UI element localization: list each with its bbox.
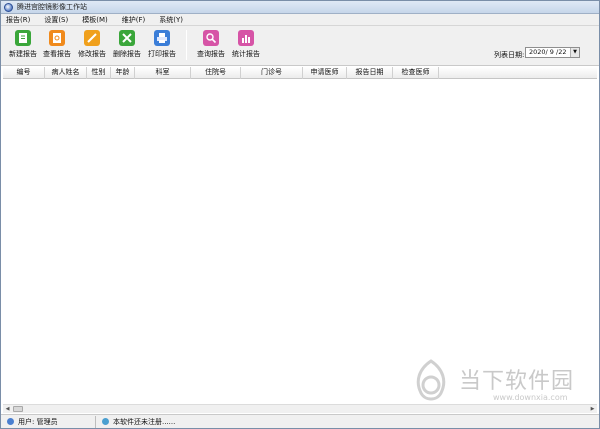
horizontal-scrollbar[interactable]: ◀ ▶ bbox=[3, 404, 597, 413]
view-report-button[interactable]: 查看报告 bbox=[40, 30, 74, 59]
toolbar: 新建报告 查看报告 修改报告 删除报告 打印报告 查询报告 统计报告 列表日期:… bbox=[1, 26, 599, 66]
menu-settings[interactable]: 设置(S) bbox=[44, 15, 68, 25]
date-filter-select[interactable]: 2020/ 9 /22 ▼ bbox=[525, 47, 580, 58]
column-header-department[interactable]: 科室 bbox=[135, 67, 191, 79]
info-icon bbox=[102, 418, 109, 425]
delete-report-button[interactable]: 删除报告 bbox=[110, 30, 144, 59]
column-header-requesting-doctor[interactable]: 申请医师 bbox=[303, 67, 347, 79]
print-report-button[interactable]: 打印报告 bbox=[145, 30, 179, 59]
delete-report-label: 删除报告 bbox=[113, 50, 141, 58]
status-registration: 本软件还未注册...... bbox=[113, 417, 176, 426]
menu-maintenance[interactable]: 维护(F) bbox=[122, 15, 146, 25]
menu-system[interactable]: 系统(Y) bbox=[159, 15, 183, 25]
column-header-patient-name[interactable]: 病人姓名 bbox=[45, 67, 87, 79]
app-icon bbox=[4, 2, 13, 12]
scroll-thumb[interactable] bbox=[13, 406, 23, 412]
watermark-url: www.downxia.com bbox=[493, 393, 568, 402]
status-registration-panel: 本软件还未注册...... bbox=[96, 416, 175, 428]
view-report-label: 查看报告 bbox=[43, 50, 71, 58]
stats-report-button[interactable]: 统计报告 bbox=[229, 30, 263, 59]
column-header-gender[interactable]: 性别 bbox=[87, 67, 111, 79]
date-filter-label: 列表日期: bbox=[494, 51, 525, 59]
column-header-examining-doctor[interactable]: 检查医师 bbox=[393, 67, 439, 79]
watermark: 当下软件园 www.downxia.com bbox=[411, 359, 586, 409]
search-report-label: 查询报告 bbox=[197, 50, 225, 58]
print-report-icon bbox=[154, 30, 170, 46]
new-report-icon bbox=[15, 30, 31, 46]
new-report-label: 新建报告 bbox=[9, 50, 37, 58]
user-icon bbox=[7, 418, 14, 425]
column-header-id[interactable]: 编号 bbox=[3, 67, 45, 79]
watermark-text: 当下软件园 bbox=[459, 369, 575, 394]
window-title: 腾进宫腔镜影像工作站 bbox=[17, 3, 87, 11]
column-header-age[interactable]: 年龄 bbox=[111, 67, 135, 79]
status-user: 用户: 管理员 bbox=[18, 417, 58, 426]
chevron-down-icon[interactable]: ▼ bbox=[570, 48, 579, 57]
app-window: 腾进宫腔镜影像工作站 报告(R) 设置(S) 模板(M) 维护(F) 系统(Y)… bbox=[0, 0, 600, 429]
edit-report-icon bbox=[84, 30, 100, 46]
scroll-right-icon[interactable]: ▶ bbox=[588, 405, 597, 413]
stats-report-icon bbox=[238, 30, 254, 46]
column-header-report-date[interactable]: 报告日期 bbox=[347, 67, 393, 79]
toolbar-separator bbox=[186, 30, 187, 60]
report-table-body[interactable] bbox=[3, 79, 597, 404]
new-report-button[interactable]: 新建报告 bbox=[6, 30, 40, 59]
menu-template[interactable]: 模板(M) bbox=[82, 15, 108, 25]
report-table-header: 编号 病人姓名 性别 年龄 科室 住院号 门诊号 申请医师 报告日期 检查医师 bbox=[3, 67, 597, 79]
column-header-outpatient-no[interactable]: 门诊号 bbox=[241, 67, 303, 79]
date-filter-value: 2020/ 9 /22 bbox=[529, 48, 567, 56]
status-user-panel: 用户: 管理员 bbox=[1, 415, 96, 428]
column-header-inpatient-no[interactable]: 住院号 bbox=[191, 67, 241, 79]
title-bar: 腾进宫腔镜影像工作站 bbox=[1, 1, 599, 14]
watermark-logo-icon bbox=[416, 359, 446, 401]
view-report-icon bbox=[49, 30, 65, 46]
delete-report-icon bbox=[119, 30, 135, 46]
stats-report-label: 统计报告 bbox=[232, 50, 260, 58]
search-report-button[interactable]: 查询报告 bbox=[194, 30, 228, 59]
scroll-left-icon[interactable]: ◀ bbox=[3, 405, 12, 413]
print-report-label: 打印报告 bbox=[148, 50, 176, 58]
status-bar: 用户: 管理员 本软件还未注册...... bbox=[1, 414, 599, 428]
menu-bar: 报告(R) 设置(S) 模板(M) 维护(F) 系统(Y) bbox=[1, 14, 599, 26]
edit-report-label: 修改报告 bbox=[78, 50, 106, 58]
search-report-icon bbox=[203, 30, 219, 46]
menu-report[interactable]: 报告(R) bbox=[6, 15, 30, 25]
edit-report-button[interactable]: 修改报告 bbox=[75, 30, 109, 59]
